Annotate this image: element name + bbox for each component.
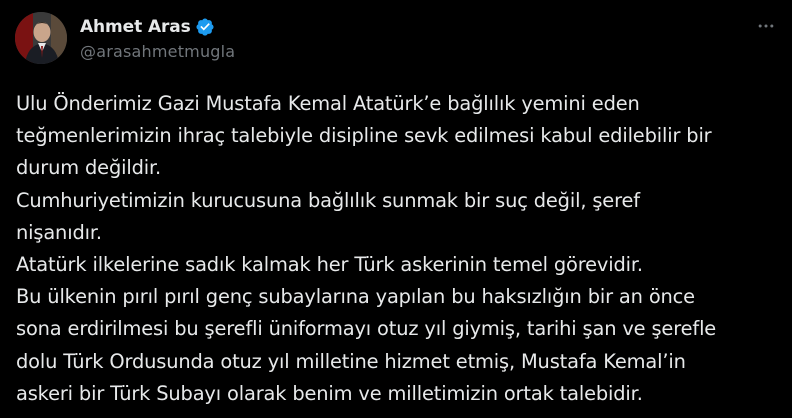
author-handle[interactable]: @arasahmetmugla	[80, 42, 235, 61]
tweet-text-line: askeri bir Türk Subayı olarak benim ve m…	[16, 381, 643, 405]
author-info: Ahmet Aras @arasahmetmugla	[80, 15, 235, 61]
avatar-image	[15, 12, 67, 64]
tweet-header: Ahmet Aras @arasahmetmugla	[15, 12, 235, 64]
tweet-text-line: Bu ülkenin pırıl pırıl genç subaylarına …	[16, 285, 695, 309]
author-name[interactable]: Ahmet Aras	[80, 17, 191, 37]
name-row: Ahmet Aras	[80, 15, 235, 39]
verified-badge-icon[interactable]	[195, 17, 215, 37]
tweet-text: Ulu Önderimiz Gazi Mustafa Kemal Atatürk…	[16, 88, 784, 410]
tweet-text-line: Cumhuriyetimizin kurucusuna bağlılık sun…	[16, 188, 640, 212]
more-options-icon[interactable]	[754, 14, 778, 38]
tweet-text-line: dolu Türk Ordusunda otuz yıl milletine h…	[16, 349, 686, 373]
tweet-text-line: nişanıdır.	[16, 220, 102, 244]
tweet-text-line: Ulu Önderimiz Gazi Mustafa Kemal Atatürk…	[16, 92, 640, 115]
tweet-text-line: durum değildir.	[16, 156, 162, 180]
tweet-text-line: Atatürk ilkelerine sadık kalmak her Türk…	[16, 252, 643, 276]
tweet-text-line: sona erdirilmesi bu şerefli üniformayı o…	[16, 317, 717, 341]
tweet-text-line: teğmenlerimizin ihraç talebiyle disiplin…	[16, 124, 712, 148]
tweet-card: Ahmet Aras @arasahmetmugla Ulu Önderimiz…	[0, 0, 792, 418]
profile-avatar[interactable]	[15, 12, 67, 64]
